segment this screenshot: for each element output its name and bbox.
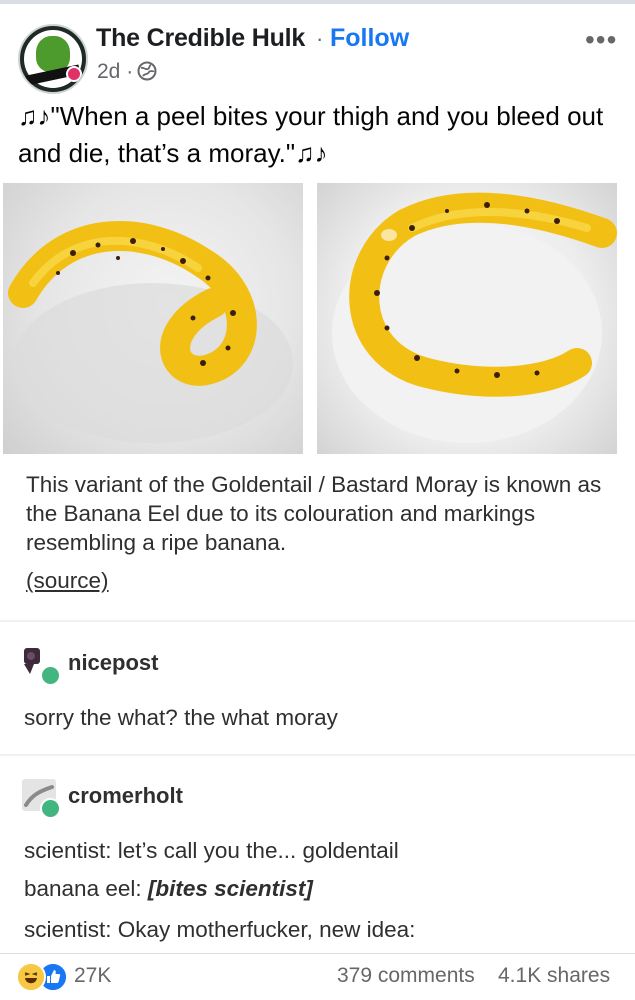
follow-button[interactable]: Follow xyxy=(330,24,409,53)
name-separator: · xyxy=(316,26,324,51)
reply-text: sorry the what? the what moray xyxy=(24,705,338,730)
reply-emphasis: [bites scientist] xyxy=(147,876,313,901)
reply-text: scientist: Okay motherfucker, new idea: xyxy=(24,917,416,942)
reply-username[interactable]: cromerholt xyxy=(68,783,183,809)
post-text: ♫♪"When a peel bites your thigh and you … xyxy=(18,101,611,168)
reblog-badge-icon xyxy=(40,798,61,819)
reply-username[interactable]: nicepost xyxy=(68,650,158,676)
haha-reaction-icon[interactable] xyxy=(16,962,46,992)
more-options-icon[interactable]: ••• xyxy=(585,24,617,56)
shares-count[interactable]: 4.1K shares xyxy=(498,964,610,988)
reply-divider xyxy=(0,620,635,622)
heart-badge-icon xyxy=(66,66,82,82)
reactions-count[interactable]: 27K xyxy=(74,964,111,988)
reply-text: banana eel: [bites scientist] xyxy=(24,876,313,902)
reblog-badge-icon xyxy=(40,665,61,686)
page-name[interactable]: The Credible Hulk xyxy=(96,24,305,53)
post-timestamp[interactable]: 2d · xyxy=(97,60,133,84)
reply-divider xyxy=(0,754,635,756)
source-link[interactable]: (source) xyxy=(26,568,109,594)
globe-icon xyxy=(137,61,157,81)
tumblr-caption: This variant of the Goldentail / Bastard… xyxy=(26,472,602,555)
reply-text: scientist: let’s call you the... goldent… xyxy=(24,838,399,863)
top-border xyxy=(0,0,635,4)
banana-eel-photo-right xyxy=(317,183,617,454)
post-image[interactable] xyxy=(0,183,635,458)
footer-divider xyxy=(0,953,635,954)
reply-line-prefix: banana eel: xyxy=(24,876,148,901)
page-avatar[interactable] xyxy=(18,24,88,94)
banana-eel-photo-left xyxy=(3,183,303,454)
comments-count[interactable]: 379 comments xyxy=(337,964,475,988)
